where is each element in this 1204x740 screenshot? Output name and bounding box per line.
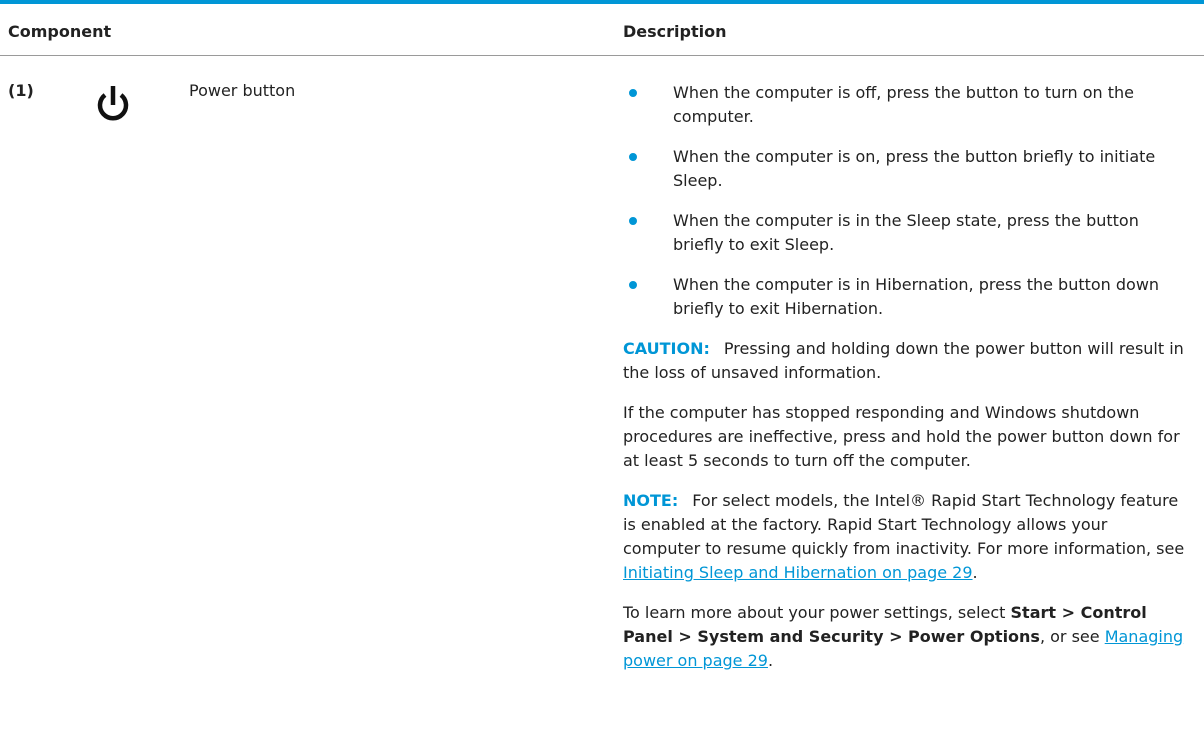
caution-note: CAUTION: Pressing and holding down the po… [623,337,1188,385]
shutdown-paragraph: If the computer has stopped responding a… [623,403,1180,470]
list-item: When the computer is in Hibernation, pre… [623,273,1188,321]
power-icon [97,86,129,121]
header-component: Component [8,22,112,41]
bullet-icon [629,217,637,225]
component-name: Power button [189,81,296,100]
list-item: When the computer is on, press the butto… [623,145,1188,193]
note-label: NOTE: [623,491,679,510]
component-number: (1) [8,81,34,100]
note-text: For select models, the Intel® Rapid Star… [623,491,1185,558]
caution-label: CAUTION: [623,339,710,358]
top-rule [0,0,1204,4]
settings-paragraph: To learn more about your power settings,… [623,603,1184,670]
bullet-icon [629,281,637,289]
bullet-icon [629,89,637,97]
header-description: Description [623,22,727,41]
header-divider [0,55,1204,56]
note-block: NOTE: For select models, the Intel® Rapid… [623,491,1185,582]
document-page: Component Description (1) Power button W… [0,0,1204,740]
list-item: When the computer is in the Sleep state,… [623,209,1188,257]
bullet-icon [629,153,637,161]
description-cell: When the computer is off, press the butt… [623,81,1188,689]
sleep-hibernation-link[interactable]: Initiating Sleep and Hibernation on page… [623,563,973,582]
list-item: When the computer is off, press the butt… [623,81,1188,129]
